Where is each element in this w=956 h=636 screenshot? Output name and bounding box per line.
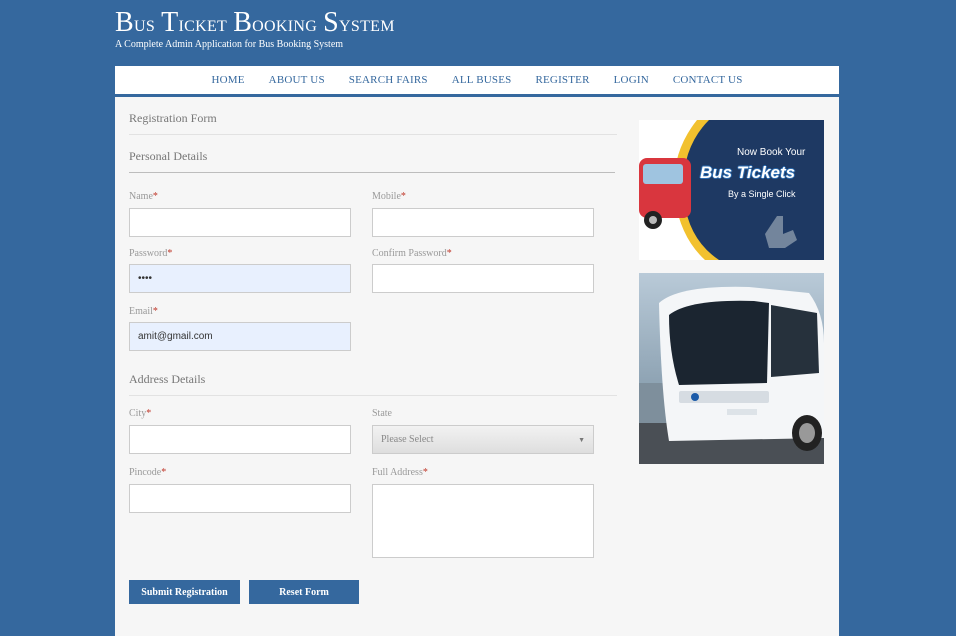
- name-label: Name*: [129, 191, 158, 202]
- form-title: Registration Form: [129, 111, 617, 135]
- nav-home[interactable]: HOME: [199, 74, 256, 86]
- address-details-heading: Address Details: [129, 372, 617, 396]
- submit-registration-button[interactable]: Submit Registration: [129, 580, 240, 604]
- state-select-value: Please Select: [381, 434, 434, 445]
- address-section: Address Details: [129, 372, 617, 396]
- full-address-textarea[interactable]: [372, 484, 594, 558]
- city-input[interactable]: [129, 425, 351, 454]
- bus-photo-banner: [639, 273, 824, 464]
- personal-details-heading: Personal Details: [129, 149, 615, 173]
- nav-all-buses[interactable]: ALL BUSES: [440, 74, 524, 86]
- nav-contact-us[interactable]: CONTACT US: [661, 74, 755, 86]
- registration-form: Registration Form Personal Details: [129, 111, 617, 173]
- chevron-down-icon: ▼: [578, 435, 585, 444]
- state-select[interactable]: Please Select ▼: [372, 425, 594, 454]
- reset-form-button[interactable]: Reset Form: [249, 580, 359, 604]
- bus-tickets-ad-banner: Now Book Your Bus Tickets By a Single Cl…: [639, 120, 824, 260]
- bus-photo-graphic: [639, 273, 824, 464]
- nav-register[interactable]: REGISTER: [523, 74, 601, 86]
- site-subtitle: A Complete Admin Application for Bus Boo…: [115, 39, 344, 50]
- confirm-password-input[interactable]: [372, 264, 594, 293]
- state-label: State: [372, 408, 392, 419]
- nav-login[interactable]: LOGIN: [602, 74, 661, 86]
- confirm-password-label: Confirm Password*: [372, 248, 452, 259]
- main-nav: HOME ABOUT US SEARCH FAIRS ALL BUSES REG…: [115, 66, 839, 97]
- email-label: Email*: [129, 306, 158, 317]
- pincode-input[interactable]: [129, 484, 351, 513]
- ad-line-3: By a Single Click: [728, 189, 796, 199]
- site-header: Bus Ticket Booking System A Complete Adm…: [115, 7, 839, 51]
- name-input[interactable]: [129, 208, 351, 237]
- nav-about-us[interactable]: ABOUT US: [257, 74, 337, 86]
- password-input[interactable]: ••••: [129, 264, 351, 293]
- city-label: City*: [129, 408, 152, 419]
- full-address-label: Full Address*: [372, 467, 428, 478]
- password-label: Password*: [129, 248, 173, 259]
- mobile-label: Mobile*: [372, 191, 406, 202]
- pincode-label: Pincode*: [129, 467, 167, 478]
- email-input[interactable]: amit@gmail.com: [129, 322, 351, 351]
- ad-line-2: Bus Tickets: [700, 163, 796, 182]
- site-title: Bus Ticket Booking System: [115, 7, 395, 38]
- ad-line-1: Now Book Your: [737, 147, 806, 158]
- content-panel: Registration Form Personal Details Name*…: [115, 97, 839, 636]
- nav-search-fairs[interactable]: SEARCH FAIRS: [337, 74, 440, 86]
- mobile-input[interactable]: [372, 208, 594, 237]
